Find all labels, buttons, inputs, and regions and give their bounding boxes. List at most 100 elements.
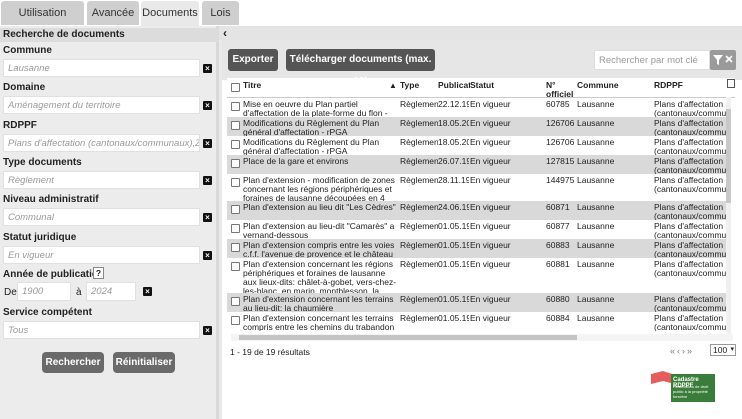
domaine-field[interactable]: Aménagement du territoire xyxy=(3,96,200,114)
collapse-chevron-icon[interactable]: ‹ xyxy=(223,26,227,40)
row-checkbox[interactable] xyxy=(231,262,240,271)
rdppf-field[interactable]: Plans d'affectation (cantonaux/communaux… xyxy=(3,134,200,152)
table-row[interactable]: Modifications du Règlement du Plan génér… xyxy=(227,136,729,155)
cell-commune: Lausanne xyxy=(577,119,615,128)
statut-clear-icon[interactable]: × xyxy=(203,251,212,260)
cell-type: Règlement xyxy=(400,241,438,250)
cell-rdppf: Plans d'affectation (cantonaux/communaux… xyxy=(654,100,729,117)
horizontal-scroll-thumb[interactable] xyxy=(239,335,577,340)
vertical-scrollbar[interactable] xyxy=(726,97,731,337)
niveau-clear-icon[interactable]: × xyxy=(203,213,212,222)
table-row[interactable]: Plan d'extension concernant les régions … xyxy=(227,258,729,293)
row-checkbox[interactable] xyxy=(231,316,240,325)
row-checkbox[interactable] xyxy=(231,224,240,233)
domaine-clear-icon[interactable]: × xyxy=(203,101,212,110)
col-rdppf[interactable]: RDPPF xyxy=(654,81,683,90)
rechercher-button[interactable]: Rechercher xyxy=(42,352,104,373)
row-checkbox[interactable] xyxy=(231,102,240,111)
service-clear-icon[interactable]: × xyxy=(203,326,212,335)
cell-status: En vigueur xyxy=(470,260,511,269)
rdppf-clear-icon[interactable]: × xyxy=(203,139,212,148)
keyword-search-input[interactable]: Rechercher par mot clé xyxy=(594,50,710,70)
download-button[interactable]: Télécharger documents (max. 10) xyxy=(286,49,435,87)
cell-publication: 24.06.198 xyxy=(438,203,469,212)
row-checkbox[interactable] xyxy=(231,297,240,306)
cell-type: Règlement xyxy=(400,138,438,147)
row-checkbox[interactable] xyxy=(231,140,240,149)
columns-icon[interactable] xyxy=(727,79,735,88)
cell-title: Plan d'extension au lieu-dit "Camarès" a… xyxy=(243,222,395,239)
help-icon[interactable]: ? xyxy=(93,267,104,279)
collapse-bar: ‹ xyxy=(219,26,742,40)
col-status[interactable]: Statut xyxy=(470,81,494,90)
cell-commune: Lausanne xyxy=(577,260,615,269)
cell-num: 60883 xyxy=(546,241,570,250)
cell-status: En vigueur xyxy=(470,295,511,304)
tab-utilisation-simple[interactable]: Utilisation Simple xyxy=(1,1,84,43)
cell-num: 126706 xyxy=(546,119,575,128)
filter-button[interactable] xyxy=(710,50,736,70)
cell-status: En vigueur xyxy=(470,119,511,128)
table-row[interactable]: Plan d'extension concernant les terrains… xyxy=(227,293,729,312)
reinitialiser-button[interactable]: Réinitialiser xyxy=(113,352,175,373)
row-checkbox[interactable] xyxy=(231,243,240,252)
cell-status: En vigueur xyxy=(470,157,511,166)
row-checkbox[interactable] xyxy=(231,178,240,187)
pagination-controls[interactable]: «‹›» xyxy=(670,346,694,356)
horizontal-scrollbar[interactable] xyxy=(231,334,733,341)
col-type[interactable]: Type xyxy=(400,81,419,90)
row-checkbox[interactable] xyxy=(231,159,240,168)
export-button[interactable]: Exporter xyxy=(228,49,278,71)
year-clear-icon[interactable]: × xyxy=(143,287,152,296)
cell-status: En vigueur xyxy=(470,314,511,323)
cell-commune: Lausanne xyxy=(577,157,615,166)
select-all-checkbox[interactable] xyxy=(231,83,240,92)
tab-lois[interactable]: Lois xyxy=(202,1,239,25)
commune-clear-icon[interactable]: × xyxy=(203,64,212,73)
tab-avancee[interactable]: Avancée xyxy=(87,1,139,25)
table-row[interactable]: Plan d'extension au lieu dit "Les Cèdres… xyxy=(227,201,729,220)
table-row[interactable]: Modifications du Règlement du Plan génér… xyxy=(227,117,729,136)
col-title[interactable]: Titre xyxy=(243,81,261,90)
row-checkbox[interactable] xyxy=(231,205,240,214)
dropdown-icon: ▾ xyxy=(730,346,734,353)
service-field[interactable]: Tous xyxy=(3,321,200,339)
cell-type: Règlement xyxy=(400,157,438,166)
cell-status: En vigueur xyxy=(470,138,511,147)
page-size-select[interactable]: 100 ▾ xyxy=(710,344,736,356)
table-row[interactable]: Mise en oeuvre du Plan partiel d'affecta… xyxy=(227,98,729,117)
table-row[interactable]: Plan d'extension concernant les terrains… xyxy=(227,312,729,331)
year-from-input[interactable]: 1900 xyxy=(17,282,71,301)
cell-status: En vigueur xyxy=(470,100,511,109)
commune-field[interactable]: Lausanne xyxy=(3,59,200,77)
cell-num: 60785 xyxy=(546,100,570,109)
col-commune[interactable]: Commune xyxy=(577,81,619,90)
col-num[interactable]: N° officiel xyxy=(546,81,578,99)
table-row[interactable]: Place de la gare et environs Règlement 26.… xyxy=(227,155,729,174)
cell-commune: Lausanne xyxy=(577,314,615,323)
table-row[interactable]: Plan d'extension au lieu-dit "Camarès" a… xyxy=(227,220,729,239)
cell-title: Mise en oeuvre du Plan partiel d'affecta… xyxy=(243,100,388,117)
row-checkbox[interactable] xyxy=(231,121,240,130)
sort-asc-icon[interactable]: ▲ xyxy=(389,81,397,90)
niveau-field[interactable]: Communal xyxy=(3,208,200,226)
type-documents-clear-icon[interactable]: × xyxy=(203,176,212,185)
tab-documents[interactable]: Documents xyxy=(141,1,199,26)
vertical-scroll-thumb[interactable] xyxy=(726,109,731,203)
table-row[interactable]: Plan d'extension compris entre les voies… xyxy=(227,239,729,258)
cell-rdppf: Plans d'affectation (cantonaux/communaux… xyxy=(654,157,729,174)
cell-type: Règlement xyxy=(400,203,438,212)
cell-num: 126706 xyxy=(546,138,575,147)
cell-title: Plan d'extension compris entre les voies… xyxy=(243,241,395,258)
cell-title: Plan d'extension - modification de zones… xyxy=(243,176,395,201)
commune-label: Commune xyxy=(3,45,52,56)
cell-commune: Lausanne xyxy=(577,203,615,212)
year-to-input[interactable]: 2024 xyxy=(86,282,136,301)
type-documents-field[interactable]: Règlement xyxy=(3,171,200,189)
col-publication[interactable]: Publicatio xyxy=(438,81,470,90)
cell-num: 144975 xyxy=(546,176,575,185)
cell-rdppf: Plans d'affectation (cantonaux/communaux… xyxy=(654,176,729,194)
table-row[interactable]: Plan d'extension - modification de zones… xyxy=(227,174,729,201)
cell-publication: 01.05.199 xyxy=(438,314,469,323)
statut-field[interactable]: En vigueur xyxy=(3,246,200,264)
